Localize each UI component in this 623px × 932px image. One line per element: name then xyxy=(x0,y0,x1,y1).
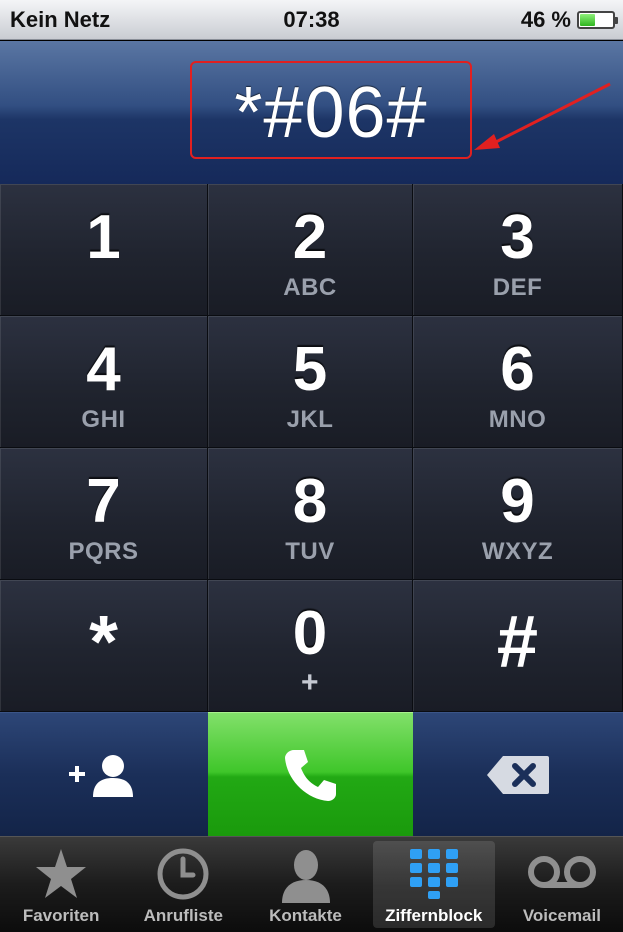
key-letters: TUV xyxy=(285,538,335,565)
battery-fill xyxy=(580,14,595,26)
tab-label: Favoriten xyxy=(22,906,100,925)
phone-icon xyxy=(284,749,336,801)
key-digit: 2 xyxy=(292,203,328,272)
key-4[interactable]: 4 GHI xyxy=(0,316,208,448)
key-digit: 6 xyxy=(500,335,535,404)
key-letters: MNO xyxy=(488,406,547,433)
highlight-box: *#06# xyxy=(190,61,472,159)
tab-favoriten[interactable]: Favoriten xyxy=(0,837,122,932)
key-digit: 1 xyxy=(86,203,121,272)
key-digit: 7 xyxy=(86,467,121,536)
key-8[interactable]: 8 TUV xyxy=(208,448,413,580)
key-letters: PQRS xyxy=(68,538,139,565)
key-letters: GHI xyxy=(81,406,126,433)
dialed-number: *#06# xyxy=(234,73,428,153)
delete-button[interactable] xyxy=(413,712,623,836)
tab-kontakte[interactable]: Kontakte xyxy=(244,837,366,932)
voicemail-icon xyxy=(527,856,596,888)
keypad-icon xyxy=(409,849,458,899)
key-letters: ABC xyxy=(283,274,337,301)
key-letters: WXYZ xyxy=(481,538,554,565)
key-letters: JKL xyxy=(286,406,334,433)
tab-label: Voicemail xyxy=(522,906,601,925)
tab-voicemail[interactable]: Voicemail xyxy=(501,837,623,932)
annotation-arrow xyxy=(474,82,611,150)
key-digit: 0 xyxy=(292,599,328,668)
key-digit: * xyxy=(89,600,118,683)
key-5[interactable]: 5 JKL xyxy=(208,316,413,448)
add-contact-button[interactable] xyxy=(0,712,208,836)
dial-display: *#06# xyxy=(0,41,623,184)
tab-label: Ziffernblock xyxy=(385,906,483,925)
key-digit: 4 xyxy=(86,335,121,404)
key-letters: DEF xyxy=(492,274,543,301)
person-icon xyxy=(281,850,330,903)
key-digit: 3 xyxy=(500,203,535,272)
tab-label: Kontakte xyxy=(269,906,342,925)
tab-label: Anrufliste xyxy=(143,906,223,925)
key-digit: 8 xyxy=(292,467,328,536)
call-button[interactable] xyxy=(208,712,413,836)
key-0[interactable]: 0 + xyxy=(208,580,413,712)
battery-icon xyxy=(577,11,618,29)
key-3[interactable]: 3 DEF xyxy=(413,184,623,316)
status-bar: Kein Netz 07:38 46 % xyxy=(0,0,623,40)
key-7[interactable]: 7 PQRS xyxy=(0,448,208,580)
key-9[interactable]: 9 WXYZ xyxy=(413,448,623,580)
star-icon xyxy=(36,849,87,898)
keypad: 1 2 ABC 3 DEF 4 GHI 5 JKL 6 MNO 7 PQRS 8 TUV 9W… xyxy=(0,184,623,712)
key-2[interactable]: 2 ABC xyxy=(208,184,413,316)
tab-anrufliste[interactable]: Anrufliste xyxy=(122,837,244,932)
backspace-icon xyxy=(487,755,549,794)
key-digit: 5 xyxy=(292,335,328,404)
clock-icon xyxy=(157,848,209,900)
tab-ziffernblock[interactable]: Ziffernblock xyxy=(372,841,495,928)
tab-bar: Favoriten Anrufliste Kontakte Ziffernblo… xyxy=(0,836,623,932)
battery-indicator: 46 % xyxy=(520,7,618,33)
add-contact-icon xyxy=(69,754,133,797)
key-1[interactable]: 1 xyxy=(0,184,208,316)
battery-percent: 46 % xyxy=(520,7,571,32)
key-letters: + xyxy=(300,666,320,699)
action-row xyxy=(0,712,623,836)
key-digit: # xyxy=(496,600,539,683)
key-hash[interactable]: # xyxy=(413,580,623,712)
key-digit: 9 xyxy=(500,467,535,536)
key-6[interactable]: 6 MNO xyxy=(413,316,623,448)
key-star[interactable]: * xyxy=(0,580,208,712)
